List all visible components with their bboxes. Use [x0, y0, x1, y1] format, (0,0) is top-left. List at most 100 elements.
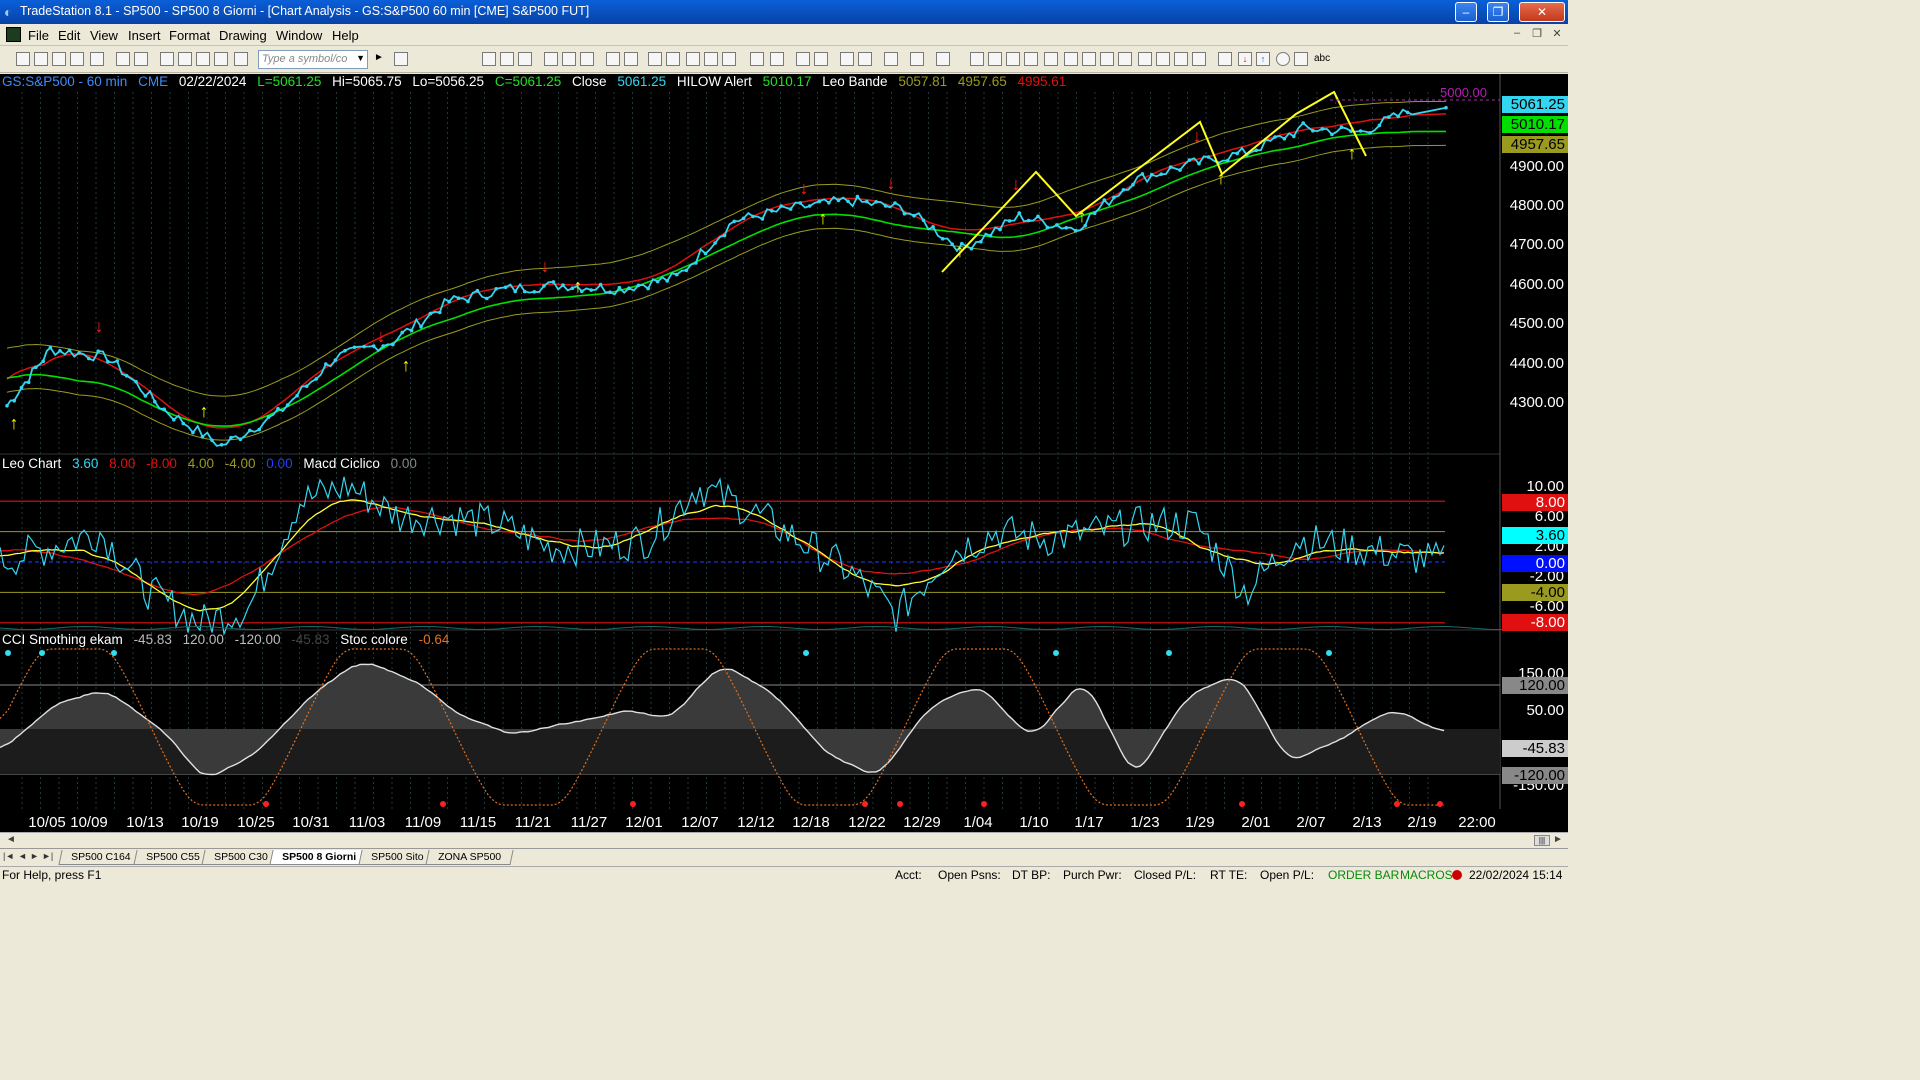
chart2-icon[interactable]	[562, 52, 576, 66]
channel-icon[interactable]	[1044, 52, 1058, 66]
fib-icon[interactable]	[1024, 52, 1038, 66]
menu-window[interactable]: Window	[276, 28, 322, 43]
zoom-search-icon[interactable]	[394, 52, 408, 66]
scroll-left-arrow-icon[interactable]: ◄	[6, 834, 16, 845]
tab-last-icon[interactable]: ►|	[42, 851, 53, 861]
cross-hair-icon[interactable]	[858, 52, 872, 66]
lock-icon[interactable]	[196, 52, 210, 66]
hotlist-icon[interactable]	[666, 52, 680, 66]
down-arrow-icon[interactable]: ↓	[1238, 52, 1252, 66]
ellipse-icon[interactable]	[1276, 52, 1290, 66]
price-bar-dot	[475, 288, 480, 293]
chart-analysis-window[interactable]: ↑ ↑ ↑ ↑ ↑ ↑ ↑ ↑ ↑ ↓ ↓ ↓ ↓ ↓ ↓ ↓ GS:S&P500 - 60 min CME …	[0, 74, 1568, 832]
arrow-tool-icon[interactable]	[1138, 52, 1152, 66]
copy-icon[interactable]	[52, 52, 66, 66]
price-bar-dot	[807, 204, 812, 208]
macros-toggle[interactable]: MACROS	[1400, 868, 1453, 882]
zoom-out-icon[interactable]	[814, 52, 828, 66]
pointer-icon[interactable]	[840, 52, 854, 66]
grid2-icon[interactable]	[500, 52, 514, 66]
leo-baseline-wave	[0, 625, 1567, 631]
workspace-icon[interactable]	[160, 52, 174, 66]
chart-canvas[interactable]: ↑ ↑ ↑ ↑ ↑ ↑ ↑ ↑ ↑ ↓ ↓ ↓ ↓ ↓ ↓ ↓	[0, 74, 1568, 832]
mdi-restore-icon[interactable]: ❐	[1530, 27, 1544, 40]
paste-icon[interactable]	[70, 52, 84, 66]
gann-icon[interactable]	[1100, 52, 1114, 66]
tab-sp500-c164[interactable]: SP500 C164	[58, 850, 144, 865]
scanner-icon[interactable]	[648, 52, 662, 66]
layout-icon[interactable]	[178, 52, 192, 66]
chart-document-icon[interactable]	[6, 27, 21, 42]
print-icon[interactable]	[116, 52, 130, 66]
tab-prev-icon[interactable]: ◄	[18, 851, 27, 861]
symbol-input[interactable]: Type a symbol/co ▼	[258, 50, 368, 69]
mdi-close-icon[interactable]: ✕	[1550, 27, 1564, 40]
arc-icon[interactable]	[1174, 52, 1188, 66]
tab-zona-sp500[interactable]: ZONA SP500	[425, 850, 514, 865]
chart-icon[interactable]	[544, 52, 558, 66]
globe-icon[interactable]	[234, 52, 248, 66]
tab-sp500-c30[interactable]: SP500 C30	[201, 850, 281, 865]
print-preview-icon[interactable]	[134, 52, 148, 66]
matrix-icon[interactable]	[606, 52, 620, 66]
go-arrow-icon[interactable]: ►	[374, 52, 384, 63]
restore-button[interactable]: ❐	[1487, 2, 1509, 22]
tools-icon[interactable]	[884, 52, 898, 66]
tab-sp500-8-giorni[interactable]: SP500 8 Giorni	[269, 850, 369, 865]
save-icon[interactable]	[214, 52, 228, 66]
andrews-icon[interactable]	[1082, 52, 1096, 66]
minimize-button[interactable]: –	[1455, 2, 1477, 22]
mdi-minimize-icon[interactable]: –	[1510, 27, 1524, 39]
scroll-right-icon[interactable]	[770, 52, 784, 66]
leo-v2: 8.00	[109, 456, 136, 471]
pencil-icon[interactable]	[1192, 52, 1206, 66]
parallel-icon[interactable]	[1156, 52, 1170, 66]
menu-insert[interactable]: Insert	[128, 28, 161, 43]
menu-drawing[interactable]: Drawing	[219, 28, 267, 43]
open-folder-icon[interactable]	[90, 52, 104, 66]
date-axis-label: 11/21	[514, 814, 552, 831]
regression-icon[interactable]	[1064, 52, 1078, 66]
scroll-thumb[interactable]: |||	[1534, 835, 1550, 846]
format-icon[interactable]	[936, 52, 950, 66]
horizontal-scrollbar[interactable]: ◄ ||| ►	[0, 832, 1568, 848]
data-window-icon[interactable]	[910, 52, 924, 66]
price-bar-dot	[1311, 128, 1315, 133]
curve-icon[interactable]	[1218, 52, 1232, 66]
tab-next-icon[interactable]: ►	[30, 851, 39, 861]
tab-sp500-c55[interactable]: SP500 C55	[133, 850, 213, 865]
order-bar-toggle[interactable]: ORDER BAR	[1328, 868, 1399, 882]
rectangle-icon[interactable]	[1294, 52, 1308, 66]
price-bar-dot	[153, 399, 157, 404]
close-button[interactable]: ✕	[1519, 2, 1565, 22]
text-tool-label[interactable]: abc	[1314, 53, 1330, 64]
scroll-right-arrow-icon[interactable]: ►	[1553, 834, 1563, 845]
radar-icon[interactable]	[624, 52, 638, 66]
grid-icon[interactable]	[482, 52, 496, 66]
scroll-left-icon[interactable]	[750, 52, 764, 66]
up-arrow-icon[interactable]: ↑	[1256, 52, 1270, 66]
new-icon[interactable]	[16, 52, 30, 66]
line-icon[interactable]	[722, 52, 736, 66]
new-window-icon[interactable]	[34, 52, 48, 66]
symbol-dropdown-icon[interactable]: ▼	[356, 53, 365, 63]
menu-view[interactable]: View	[90, 28, 118, 43]
menu-help[interactable]: Help	[332, 28, 359, 43]
vertical-line-icon[interactable]	[988, 52, 1002, 66]
corner-level-label: 5000.00	[1440, 85, 1487, 100]
zoom-in-icon[interactable]	[796, 52, 810, 66]
tab-sp500-sito[interactable]: SP500 Sito	[358, 850, 437, 865]
candle-icon[interactable]	[704, 52, 718, 66]
price-bar-dot	[827, 201, 831, 205]
tab-first-icon[interactable]: |◄	[3, 851, 14, 861]
table-icon[interactable]	[518, 52, 532, 66]
trendline-icon[interactable]	[970, 52, 984, 66]
menu-edit[interactable]: Edit	[58, 28, 80, 43]
chart3-icon[interactable]	[580, 52, 594, 66]
bar-chart-icon[interactable]	[686, 52, 700, 66]
horizontal-line-icon[interactable]	[1006, 52, 1020, 66]
menu-file[interactable]: File	[28, 28, 49, 43]
menu-format[interactable]: Format	[169, 28, 210, 43]
last-label: L=5061.25	[257, 74, 322, 89]
speed-lines-icon[interactable]	[1118, 52, 1132, 66]
